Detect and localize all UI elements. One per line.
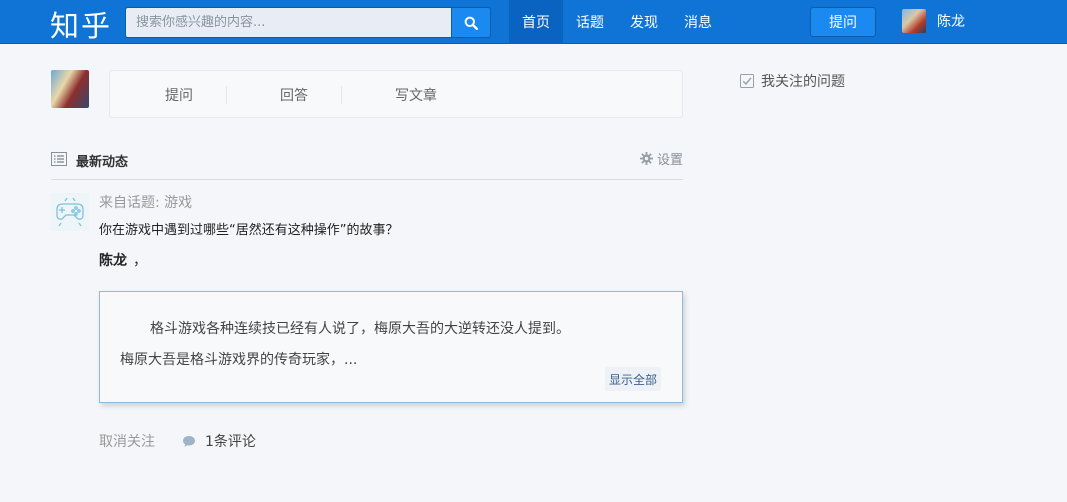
nav-item-topics[interactable]: 话题 bbox=[563, 0, 617, 44]
composer-ask-link[interactable]: 提问 bbox=[165, 85, 193, 105]
gamepad-icon bbox=[56, 197, 84, 227]
divider bbox=[341, 86, 342, 104]
comment-bubble-icon bbox=[183, 435, 195, 447]
avatar[interactable] bbox=[51, 70, 89, 108]
composer-answer-link[interactable]: 回答 bbox=[280, 85, 308, 105]
ask-question-button[interactable]: 提问 bbox=[810, 7, 876, 37]
gear-icon bbox=[639, 152, 653, 165]
sidebar-item-label: 我关注的问题 bbox=[761, 74, 845, 90]
nav-item-explore[interactable]: 发现 bbox=[617, 0, 671, 44]
search-button[interactable] bbox=[451, 7, 491, 38]
feed-title: 最新动态 bbox=[76, 155, 129, 170]
feed-list-icon bbox=[51, 152, 67, 166]
topic-avatar[interactable] bbox=[51, 193, 89, 231]
topic-link[interactable]: 游戏 bbox=[164, 195, 192, 211]
main-nav: 首页 话题 发现 消息 bbox=[509, 0, 725, 44]
feed-settings-button[interactable]: 设置 bbox=[639, 149, 683, 168]
nav-item-home[interactable]: 首页 bbox=[509, 0, 563, 44]
author-name-link[interactable]: 陈龙 bbox=[99, 253, 127, 269]
user-name: 陈龙 bbox=[937, 14, 965, 30]
settings-label: 设置 bbox=[656, 153, 683, 168]
user-avatar bbox=[902, 9, 926, 33]
source-prefix: 来自话题: bbox=[99, 195, 165, 211]
excerpt-line-2: 梅原大吾是格斗游戏界的传奇玩家，... bbox=[120, 352, 358, 368]
excerpt-line-1: 格斗游戏各种连续技已经有人说了，梅原大吾的大逆转还没人提到。 bbox=[150, 321, 570, 337]
search-input[interactable] bbox=[125, 7, 451, 38]
search-bar bbox=[125, 7, 491, 38]
composer-bar: 提问 回答 写文章 bbox=[109, 70, 683, 118]
feed-item-actions: 取消关注 1条评论 bbox=[99, 431, 256, 451]
unfollow-button[interactable]: 取消关注 bbox=[99, 431, 155, 451]
feed-item-source: 来自话题: 游戏 bbox=[99, 192, 192, 212]
comments-count: 1条评论 bbox=[205, 434, 256, 450]
answer-excerpt-card[interactable]: 格斗游戏各种连续技已经有人说了，梅原大吾的大逆转还没人提到。 梅原大吾是格斗游戏… bbox=[99, 291, 683, 403]
checkbox-icon bbox=[740, 74, 754, 88]
question-title-link[interactable]: 你在游戏中遇到过哪些“居然还有这种操作”的故事？ bbox=[99, 219, 398, 238]
show-all-button[interactable]: 显示全部 bbox=[605, 367, 661, 391]
feed-header: 最新动态 设置 bbox=[51, 148, 683, 180]
zhihu-logo[interactable]: 知乎 bbox=[50, 3, 112, 45]
nav-item-messages[interactable]: 消息 bbox=[671, 0, 725, 44]
composer-write-article-link[interactable]: 写文章 bbox=[395, 85, 437, 105]
answer-author: 陈龙 ， bbox=[99, 250, 147, 270]
divider bbox=[226, 86, 227, 104]
comments-button[interactable]: 1条评论 bbox=[182, 431, 256, 451]
author-suffix: ， bbox=[133, 253, 147, 269]
top-navbar: 知乎 首页 话题 发现 消息 提问 陈龙 bbox=[0, 0, 1067, 44]
sidebar-item-followed-questions[interactable]: 我关注的问题 bbox=[740, 71, 845, 91]
user-menu[interactable]: 陈龙 bbox=[902, 9, 965, 33]
search-icon bbox=[464, 16, 478, 30]
